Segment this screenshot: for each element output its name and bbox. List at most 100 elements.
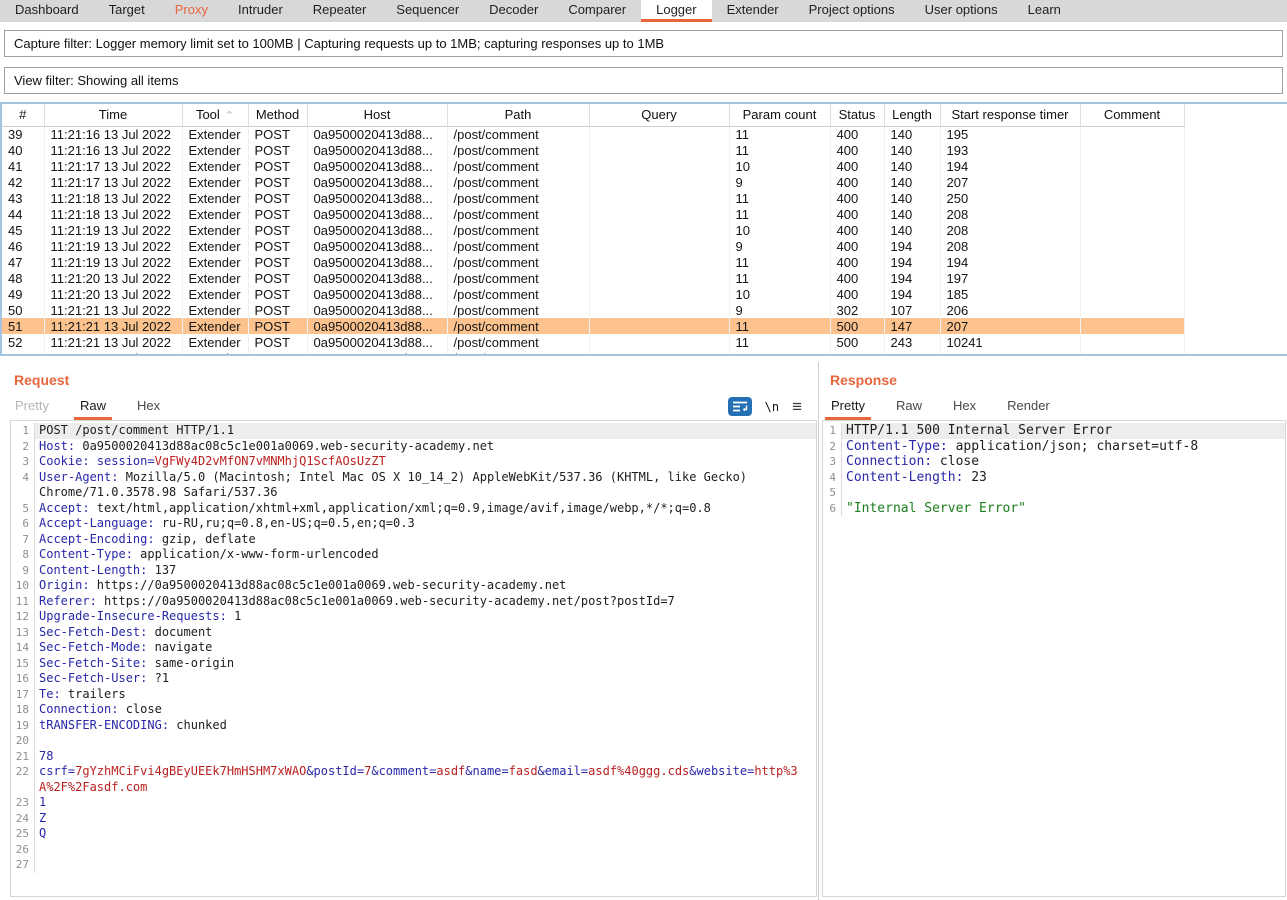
cell--: 50 <box>2 302 44 318</box>
menu-tab-sequencer[interactable]: Sequencer <box>381 0 474 22</box>
editor-line: 10Origin: https://0a9500020413d88ac08c5c… <box>11 578 816 594</box>
cell-method: POST <box>248 174 307 190</box>
table-row[interactable]: 4611:21:19 13 Jul 2022ExtenderPOST0a9500… <box>2 238 1184 254</box>
menu-tab-intruder[interactable]: Intruder <box>223 0 298 22</box>
cell-comment <box>1080 126 1184 142</box>
request-tab-raw[interactable]: Raw <box>74 398 112 420</box>
table-row[interactable]: 5011:21:21 13 Jul 2022ExtenderPOST0a9500… <box>2 302 1184 318</box>
line-number: 6 <box>11 516 35 532</box>
request-tab-pretty[interactable]: Pretty <box>9 398 55 420</box>
cell-path: /post/comment <box>447 126 589 142</box>
menu-tab-extender[interactable]: Extender <box>712 0 794 22</box>
line-number: 15 <box>11 656 35 672</box>
pretty-print-toggle-icon[interactable] <box>728 397 752 416</box>
request-editor[interactable]: 1POST /post/comment HTTP/1.12Host: 0a950… <box>10 420 817 897</box>
table-row[interactable]: 4011:21:16 13 Jul 2022ExtenderPOST0a9500… <box>2 142 1184 158</box>
column-header-param-count[interactable]: Param count <box>729 104 830 126</box>
editor-menu-icon[interactable]: ≡ <box>792 402 802 412</box>
column-header-tool[interactable]: Tool⌃ <box>182 104 248 126</box>
column-header-status[interactable]: Status <box>830 104 884 126</box>
column-header-time[interactable]: Time <box>44 104 182 126</box>
cell-time: 11:21:18 13 Jul 2022 <box>44 206 182 222</box>
line-number: 9 <box>11 563 35 579</box>
request-title: Request <box>14 372 818 388</box>
line-number: 22 <box>11 764 35 795</box>
cell--: 41 <box>2 158 44 174</box>
response-tab-hex[interactable]: Hex <box>947 398 982 420</box>
table-row[interactable]: 4111:21:17 13 Jul 2022ExtenderPOST0a9500… <box>2 158 1184 174</box>
cell-path: /post/comment <box>447 222 589 238</box>
column-header-host[interactable]: Host <box>307 104 447 126</box>
column-header-query[interactable]: Query <box>589 104 729 126</box>
view-filter-text: View filter: Showing all items <box>14 73 179 88</box>
line-number: 6 <box>823 501 842 517</box>
table-row[interactable]: 4311:21:18 13 Jul 2022ExtenderPOST0a9500… <box>2 190 1184 206</box>
cell-param-count: 11 <box>729 350 830 356</box>
menu-tab-logger[interactable]: Logger <box>641 0 711 22</box>
column-header-comment[interactable]: Comment <box>1080 104 1184 126</box>
editor-line: 3Cookie: session=VgFWy4D2vMfON7vMNMhjQ1S… <box>11 454 816 470</box>
newline-toggle-icon[interactable]: \n <box>765 400 779 414</box>
menu-tab-proxy[interactable]: Proxy <box>160 0 223 22</box>
line-content: Accept: text/html,application/xhtml+xml,… <box>35 501 816 517</box>
table-row[interactable]: 4811:21:20 13 Jul 2022ExtenderPOST0a9500… <box>2 270 1184 286</box>
cell--: 51 <box>2 318 44 334</box>
cell-time: 11:21:20 13 Jul 2022 <box>44 286 182 302</box>
response-editor[interactable]: 1HTTP/1.1 500 Internal Server Error2Cont… <box>822 420 1286 897</box>
cell-length: 194 <box>884 286 940 302</box>
cell-status: 400 <box>830 222 884 238</box>
response-tab-pretty[interactable]: Pretty <box>825 398 871 420</box>
menu-tab-learn[interactable]: Learn <box>1013 0 1076 22</box>
request-tab-hex[interactable]: Hex <box>131 398 166 420</box>
table-row[interactable]: 4911:21:20 13 Jul 2022ExtenderPOST0a9500… <box>2 286 1184 302</box>
menu-tab-comparer[interactable]: Comparer <box>553 0 641 22</box>
line-number: 13 <box>11 625 35 641</box>
column-header-length[interactable]: Length <box>884 104 940 126</box>
response-tab-raw[interactable]: Raw <box>890 398 928 420</box>
cell--: 49 <box>2 286 44 302</box>
line-number: 7 <box>11 532 35 548</box>
table-row-selected[interactable]: 5111:21:21 13 Jul 2022ExtenderPOST0a9500… <box>2 318 1184 334</box>
table-row[interactable]: 4211:21:17 13 Jul 2022ExtenderPOST0a9500… <box>2 174 1184 190</box>
table-row[interactable]: 5211:21:21 13 Jul 2022ExtenderPOST0a9500… <box>2 334 1184 350</box>
table-row[interactable]: 4511:21:19 13 Jul 2022ExtenderPOST0a9500… <box>2 222 1184 238</box>
cell-start-response-timer: 194 <box>940 254 1080 270</box>
view-filter-bar[interactable]: View filter: Showing all items <box>4 67 1283 94</box>
cell-path: /post/comment <box>447 270 589 286</box>
column-header-start-response-timer[interactable]: Start response timer <box>940 104 1080 126</box>
menu-tab-project-options[interactable]: Project options <box>794 0 910 22</box>
capture-filter-bar[interactable]: Capture filter: Logger memory limit set … <box>4 30 1283 57</box>
cell-start-response-timer: 208 <box>940 206 1080 222</box>
editor-line: 22csrf=7gYzhMCiFvi4gBEyUEEk7HmHSHM7xWAO&… <box>11 764 816 795</box>
editor-line: 3Connection: close <box>823 454 1285 470</box>
menu-tab-decoder[interactable]: Decoder <box>474 0 553 22</box>
cell-time: 11:21:19 13 Jul 2022 <box>44 238 182 254</box>
column-header-path[interactable]: Path <box>447 104 589 126</box>
cell-start-response-timer: 207 <box>940 318 1080 334</box>
line-number: 3 <box>823 454 842 470</box>
line-content <box>35 857 816 873</box>
menu-tab-dashboard[interactable]: Dashboard <box>0 0 94 22</box>
menu-tab-repeater[interactable]: Repeater <box>298 0 381 22</box>
cell-host: 0a9500020413d88... <box>307 254 447 270</box>
line-content: Accept-Language: ru-RU,ru;q=0.8,en-US;q=… <box>35 516 816 532</box>
cell-comment <box>1080 334 1184 350</box>
editor-line: 14Sec-Fetch-Mode: navigate <box>11 640 816 656</box>
response-pane: Response PrettyRawHexRender 1HTTP/1.1 50… <box>819 362 1287 900</box>
response-tab-render[interactable]: Render <box>1001 398 1056 420</box>
column-header--[interactable]: # <box>2 104 44 126</box>
table-row[interactable]: 4411:21:18 13 Jul 2022ExtenderPOST0a9500… <box>2 206 1184 222</box>
menu-tab-target[interactable]: Target <box>94 0 160 22</box>
table-row[interactable]: 3911:21:16 13 Jul 2022ExtenderPOST0a9500… <box>2 126 1184 142</box>
line-number: 8 <box>11 547 35 563</box>
cell-comment <box>1080 270 1184 286</box>
line-content <box>35 842 816 858</box>
menu-tab-user-options[interactable]: User options <box>910 0 1013 22</box>
column-header-method[interactable]: Method <box>248 104 307 126</box>
line-number: 11 <box>11 594 35 610</box>
cell-host: 0a9500020413d88... <box>307 126 447 142</box>
top-menu: DashboardTargetProxyIntruderRepeaterSequ… <box>0 0 1287 22</box>
table-row[interactable]: 5311:21:22 13 Jul 2022ExtenderPOST0a9500… <box>2 350 1184 356</box>
table-row[interactable]: 4711:21:19 13 Jul 2022ExtenderPOST0a9500… <box>2 254 1184 270</box>
cell-start-response-timer: 208 <box>940 238 1080 254</box>
